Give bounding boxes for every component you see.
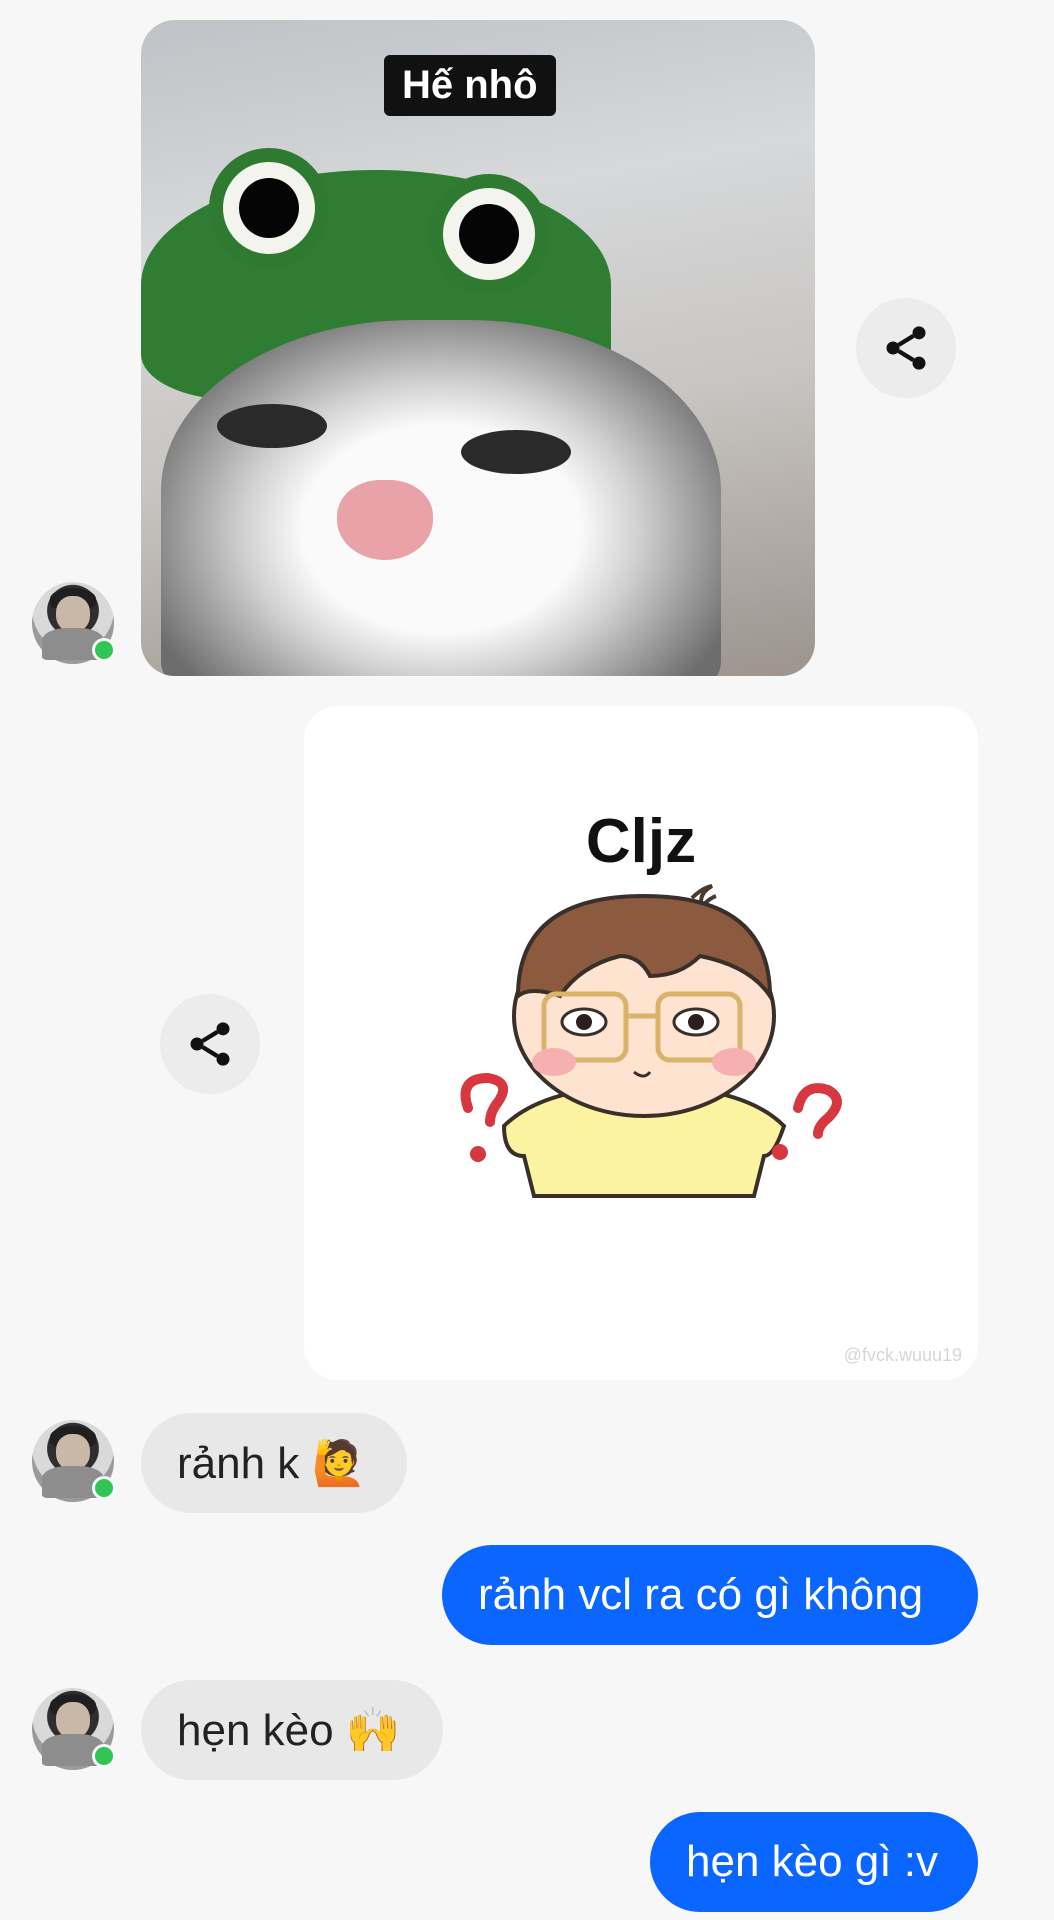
outgoing-message[interactable]: rảnh vcl ra có gì không [442,1545,978,1645]
image-caption: Hế nhô [384,55,556,116]
share-button[interactable] [160,994,260,1094]
sticker-watermark: @fvck.wuuu19 [843,1345,962,1365]
share-icon [190,1022,230,1066]
cat-nose [337,480,433,560]
sender-avatar[interactable] [32,1688,116,1770]
online-status-dot [92,1744,116,1768]
cartoon-boy-sticker [460,884,842,1198]
sticker-caption: Cljz [585,807,697,876]
share-button[interactable] [856,298,956,398]
sender-avatar[interactable] [32,582,116,664]
image-message-cat[interactable]: Hế nhô [141,20,815,676]
outgoing-message[interactable]: hẹn kèo gì :v [650,1812,978,1912]
online-status-dot [92,638,116,662]
incoming-message[interactable]: rảnh k 🙋 [141,1413,407,1513]
share-icon [886,326,926,370]
sticker-message[interactable]: Cljz @fvck.wuuu19 [304,706,978,1380]
incoming-message[interactable]: hẹn kèo 🙌 [141,1680,443,1780]
sender-avatar[interactable] [32,1420,116,1502]
online-status-dot [92,1476,116,1500]
